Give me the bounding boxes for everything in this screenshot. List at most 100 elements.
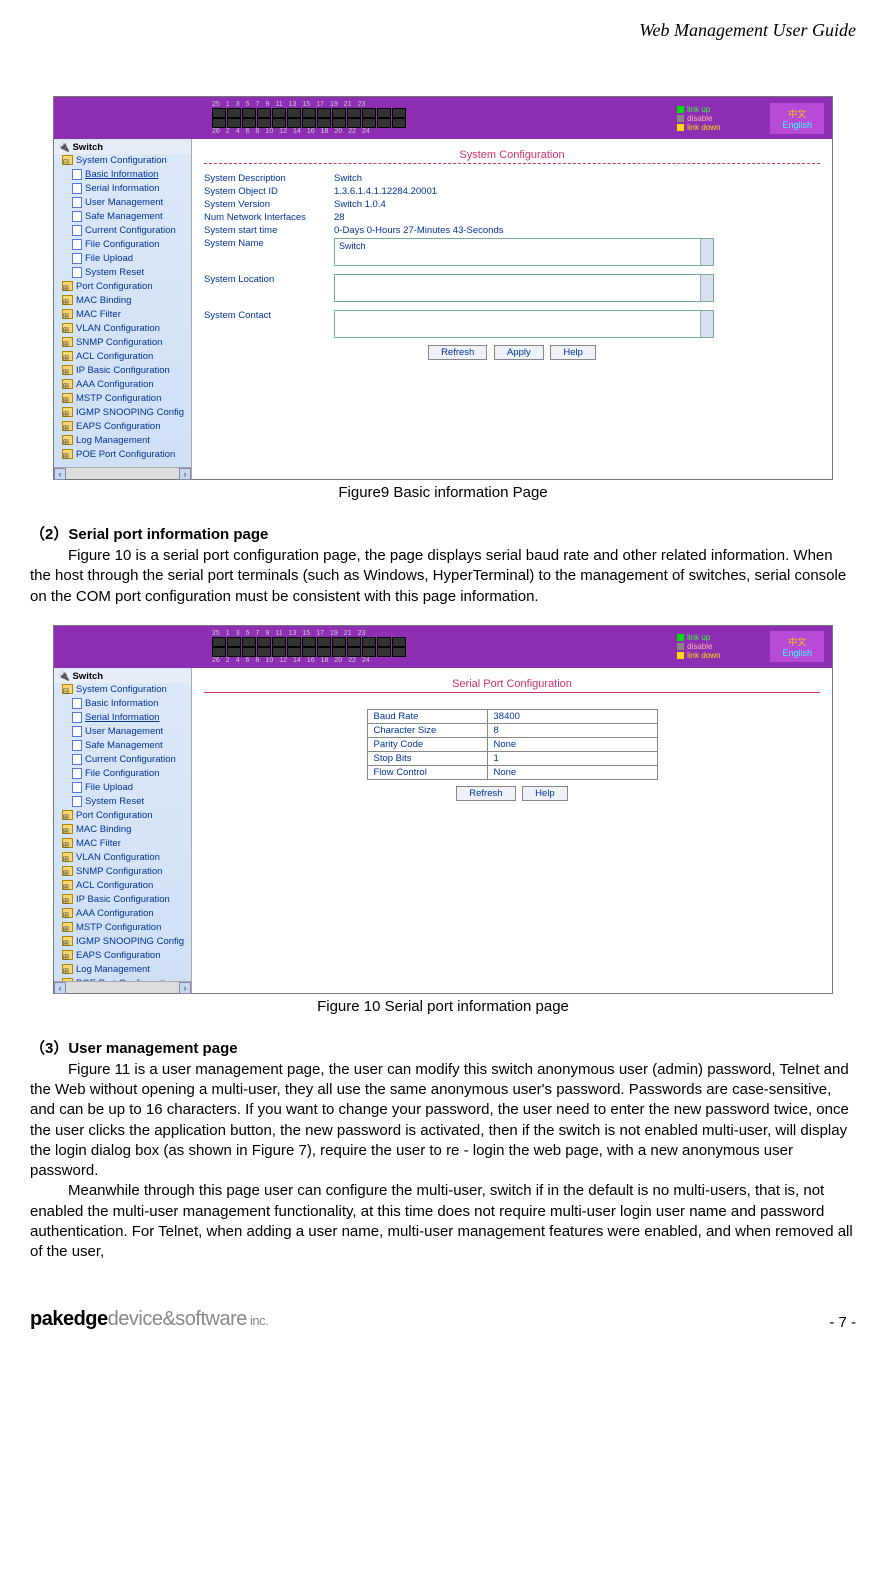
sidebar-port-config-2[interactable]: Port Configuration [54,809,191,823]
sidebar-safe-mgmt-2[interactable]: Safe Management [54,739,191,753]
pakedge-logo: pakedgedevice&software inc. [30,1308,268,1331]
sidebar-igmp-config[interactable]: IGMP SNOOPING Config [54,406,191,420]
main-title: System Configuration [204,145,820,163]
sidebar-acl-config[interactable]: ACL Configuration [54,350,191,364]
switch-header-bar-2: 251357911131517192123 262468101214161820… [54,626,832,668]
stop-value: 1 [487,751,657,765]
sidebar-basic-info-2[interactable]: Basic Information [54,697,191,711]
oid-value: 1.3.6.1.4.1.12284.20001 [334,186,437,197]
help-button[interactable]: Help [550,345,596,360]
char-label: Character Size [367,723,487,737]
sidebar-serial-info[interactable]: Serial Information [54,182,191,196]
page-footer: pakedgedevice&software inc. - 7 - [30,1308,856,1331]
sidebar-safe-mgmt[interactable]: Safe Management [54,210,191,224]
sidebar-snmp-config-2[interactable]: SNMP Configuration [54,865,191,879]
parity-label: Parity Code [367,737,487,751]
sidebar-file-config[interactable]: File Configuration [54,238,191,252]
language-switch-2[interactable]: 中文 English [770,631,824,662]
sidebar-user-mgmt-2[interactable]: User Management [54,725,191,739]
serial-config-table: Baud Rate38400 Character Size8 Parity Co… [367,709,658,780]
baud-value: 38400 [487,709,657,723]
sidebar-title: 🔌 Switch [54,141,191,154]
language-switch[interactable]: 中文 English [770,103,824,134]
sidebar-system-config[interactable]: System Configuration [54,154,191,168]
main-panel-2: Serial Port Configuration Baud Rate38400… [192,668,832,993]
sidebar-eaps-config-2[interactable]: EAPS Configuration [54,949,191,963]
apply-button[interactable]: Apply [494,345,544,360]
ver-label: System Version [204,199,334,210]
ver-value: Switch 1.0.4 [334,199,386,210]
con-label: System Contact [204,310,334,338]
help-button-2[interactable]: Help [522,786,568,801]
sidebar-current-config[interactable]: Current Configuration [54,224,191,238]
section3-heading: （3）User management page [30,1037,856,1058]
sidebar-scrollbar-2[interactable]: ‹› [54,981,191,993]
flow-value: None [487,765,657,779]
section2-body: Figure 10 is a serial port configuration… [30,546,856,607]
sidebar-mstp-config-2[interactable]: MSTP Configuration [54,921,191,935]
sidebar-title-2: 🔌 Switch [54,670,191,683]
sidebar-system-reset-2[interactable]: System Reset [54,795,191,809]
nav-sidebar-2: 🔌 Switch System Configuration Basic Info… [54,668,192,993]
sidebar-acl-config-2[interactable]: ACL Configuration [54,879,191,893]
figure10-caption: Figure 10 Serial port information page [30,998,856,1015]
sidebar-log-mgmt[interactable]: Log Management [54,434,191,448]
port-panel: 251357911131517192123 262468101214161820… [212,101,406,135]
desc-label: System Description [204,173,334,184]
sidebar-poe-config[interactable]: POE Port Configuration [54,448,191,462]
system-contact-input[interactable] [334,310,714,338]
doc-header: Web Management User Guide [30,20,856,41]
page-number: - 7 - [829,1314,856,1331]
num-label: Num Network Interfaces [204,212,334,223]
parity-value: None [487,737,657,751]
sidebar-ip-config[interactable]: IP Basic Configuration [54,364,191,378]
name-label: System Name [204,238,334,266]
nav-sidebar: 🔌 Switch System Configuration Basic Info… [54,139,192,479]
char-value: 8 [487,723,657,737]
stop-label: Stop Bits [367,751,487,765]
sidebar-vlan-config-2[interactable]: VLAN Configuration [54,851,191,865]
link-legend-2: link up disable link down [677,633,720,660]
sidebar-system-config-2[interactable]: System Configuration [54,683,191,697]
refresh-button-2[interactable]: Refresh [456,786,515,801]
figure9-screenshot: 251357911131517192123 262468101214161820… [53,96,833,480]
sidebar-file-upload-2[interactable]: File Upload [54,781,191,795]
sidebar-user-mgmt[interactable]: User Management [54,196,191,210]
start-value: 0-Days 0-Hours 27-Minutes 43-Seconds [334,225,504,236]
port-panel-2: 251357911131517192123 262468101214161820… [212,630,406,664]
sidebar-mac-binding[interactable]: MAC Binding [54,294,191,308]
sidebar-snmp-config[interactable]: SNMP Configuration [54,336,191,350]
sidebar-mac-filter-2[interactable]: MAC Filter [54,837,191,851]
system-name-input[interactable]: Switch [334,238,714,266]
system-location-input[interactable] [334,274,714,302]
sidebar-mac-binding-2[interactable]: MAC Binding [54,823,191,837]
sidebar-serial-info-2[interactable]: Serial Information [54,711,191,725]
sidebar-aaa-config-2[interactable]: AAA Configuration [54,907,191,921]
main-panel: System Configuration System DescriptionS… [192,139,832,479]
sidebar-system-reset[interactable]: System Reset [54,266,191,280]
sidebar-basic-info[interactable]: Basic Information [54,168,191,182]
sidebar-port-config[interactable]: Port Configuration [54,280,191,294]
sidebar-vlan-config[interactable]: VLAN Configuration [54,322,191,336]
sidebar-mac-filter[interactable]: MAC Filter [54,308,191,322]
desc-value: Switch [334,173,362,184]
sidebar-aaa-config[interactable]: AAA Configuration [54,378,191,392]
section3-body: Figure 11 is a user management page, the… [30,1060,856,1263]
sidebar-file-config-2[interactable]: File Configuration [54,767,191,781]
main-title-2: Serial Port Configuration [204,674,820,692]
sidebar-igmp-config-2[interactable]: IGMP SNOOPING Config [54,935,191,949]
sidebar-log-mgmt-2[interactable]: Log Management [54,963,191,977]
section2-heading: （2）Serial port information page [30,523,856,544]
sidebar-ip-config-2[interactable]: IP Basic Configuration [54,893,191,907]
sidebar-mstp-config[interactable]: MSTP Configuration [54,392,191,406]
start-label: System start time [204,225,334,236]
sidebar-current-config-2[interactable]: Current Configuration [54,753,191,767]
sidebar-eaps-config[interactable]: EAPS Configuration [54,420,191,434]
figure9-caption: Figure9 Basic information Page [30,484,856,501]
num-value: 28 [334,212,345,223]
oid-label: System Object ID [204,186,334,197]
figure10-screenshot: 251357911131517192123 262468101214161820… [53,625,833,994]
sidebar-scrollbar[interactable]: ‹› [54,467,191,479]
sidebar-file-upload[interactable]: File Upload [54,252,191,266]
refresh-button[interactable]: Refresh [428,345,487,360]
